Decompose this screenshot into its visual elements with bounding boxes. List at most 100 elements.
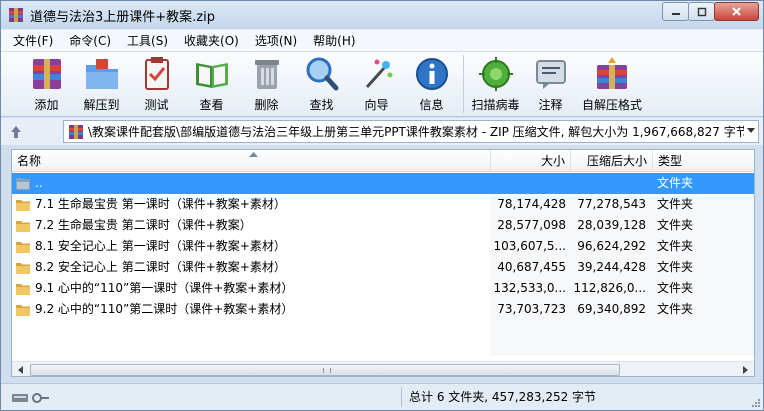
row-packed-size: 39,244,428 (577, 260, 646, 274)
table-row[interactable]: 8.2 安全记心上 第二课时（课件+教案+素材） 40,687,455 39,244… (12, 257, 754, 278)
address-bar: \教案课件配套版\部编版道德与法治三年级上册第三单元PPT课件教案素材 - ZI… (1, 118, 763, 145)
comment-button[interactable]: 注释 (523, 52, 578, 114)
table-row[interactable]: 7.1 生命最宝贵 第一课时（课件+教案+素材） 78,174,428 77,278… (12, 194, 754, 215)
comment-icon (535, 60, 566, 89)
find-button[interactable]: 查找 (294, 52, 349, 114)
close-button[interactable] (714, 2, 759, 21)
column-size-label: 大小 (540, 154, 565, 168)
sfx-button[interactable]: 自解压格式 (578, 52, 646, 114)
folder-icon (16, 262, 30, 274)
row-size (492, 173, 566, 194)
chevron-left-icon (18, 366, 23, 374)
wizard-label: 向导 (364, 98, 389, 112)
delete-icon (254, 60, 279, 89)
virus-scan-icon (478, 57, 513, 91)
test-button[interactable]: 测试 (129, 52, 184, 114)
folder-icon (16, 304, 30, 316)
row-name: 8.2 安全记心上 第二课时（课件+教案+素材） (16, 257, 486, 278)
menu-file[interactable]: 文件(F) (5, 31, 61, 51)
parent-folder-row[interactable]: .. 文件夹 (12, 173, 754, 194)
status-summary: 总计 6 文件夹, 457,283,252 字节 (409, 390, 597, 404)
row-packed-size: 96,624,292 (577, 239, 646, 253)
row-size: 132,533,0... (493, 281, 566, 295)
column-header-packed[interactable]: 压缩后大小 (571, 150, 653, 172)
row-name: 9.2 心中的“110”第二课时（课件+教案+素材） (16, 299, 486, 320)
sfx-icon (597, 57, 627, 89)
wizard-button[interactable]: 向导 (349, 52, 404, 114)
up-folder-icon (16, 177, 30, 190)
column-name-label: 名称 (17, 154, 42, 168)
add-archive-icon (32, 59, 61, 89)
view-button[interactable]: 查看 (184, 52, 239, 114)
virus-scan-button[interactable]: 扫描病毒 (468, 52, 523, 114)
sort-ascending-icon (249, 152, 258, 157)
minimize-button[interactable] (662, 2, 689, 21)
address-field[interactable]: \教案课件配套版\部编版道德与法治三年级上册第三单元PPT课件教案素材 - ZI… (63, 120, 759, 143)
table-row[interactable]: 9.2 心中的“110”第二课时（课件+教案+素材） 73,703,723 69,3… (12, 299, 754, 320)
add-button[interactable]: 添加 (19, 52, 74, 114)
minimize-icon (671, 12, 680, 15)
column-header-name[interactable]: 名称 (12, 150, 491, 172)
chevron-right-icon (743, 366, 748, 374)
row-name: .. (16, 173, 486, 194)
menu-bar: 文件(F) 命令(C) 工具(S) 收藏夹(O) 选项(N) 帮助(H) (1, 29, 763, 51)
table-row[interactable]: 7.2 生命最宝贵 第二课时（课件+教案） 28,577,098 28,039,12… (12, 215, 754, 236)
address-path: \教案课件配套版\部编版道德与法治三年级上册第三单元PPT课件教案素材 - ZI… (88, 125, 744, 139)
row-size: 73,703,723 (497, 302, 566, 316)
row-packed-size: 77,278,543 (577, 197, 646, 211)
scroll-left-button[interactable] (13, 363, 29, 376)
row-type: 文件夹 (657, 218, 694, 232)
row-size: 103,607,5... (493, 239, 566, 253)
table-row[interactable]: 8.1 安全记心上 第一课时（课件+教案+素材） 103,607,5... 96,6… (12, 236, 754, 257)
resize-grip-icon[interactable] (751, 398, 761, 408)
row-packed-size: 112,826,0... (573, 281, 646, 295)
row-name-text: 9.2 心中的“110”第二课时（课件+教案+素材） (35, 302, 294, 316)
column-type-label: 类型 (658, 154, 683, 168)
virus-scan-label: 扫描病毒 (471, 98, 520, 112)
menu-commands[interactable]: 命令(C) (61, 31, 119, 51)
drive-key-icon[interactable] (11, 391, 51, 405)
delete-button[interactable]: 删除 (239, 52, 294, 114)
status-bar: 总计 6 文件夹, 457,283,252 字节 (1, 383, 763, 410)
row-name: 9.1 心中的“110”第一课时（课件+教案+素材） (16, 278, 486, 299)
restore-icon (697, 7, 706, 16)
test-icon (144, 57, 169, 90)
row-name-text: 8.2 安全记心上 第二课时（课件+教案+素材） (35, 260, 286, 274)
maximize-button[interactable] (688, 2, 715, 21)
list-header: 名称 大小 压缩后大小 类型 (12, 150, 754, 172)
column-packed-label: 压缩后大小 (586, 154, 647, 168)
menu-favorites[interactable]: 收藏夹(O) (176, 31, 247, 51)
extract-to-button[interactable]: 解压到 (74, 52, 129, 114)
find-icon (306, 57, 338, 91)
row-name: 7.2 生命最宝贵 第二课时（课件+教案） (16, 215, 486, 236)
info-button[interactable]: 信息 (404, 52, 459, 114)
column-header-size[interactable]: 大小 (491, 150, 571, 172)
sfx-label: 自解压格式 (581, 98, 642, 112)
menu-options[interactable]: 选项(N) (247, 31, 305, 51)
scroll-thumb[interactable] (30, 364, 620, 376)
menu-tools[interactable]: 工具(S) (119, 31, 176, 51)
row-name-text: 7.1 生命最宝贵 第一课时（课件+教案+素材） (35, 197, 286, 211)
row-type: 文件夹 (657, 281, 694, 295)
info-label: 信息 (419, 98, 444, 112)
menu-help[interactable]: 帮助(H) (305, 31, 363, 51)
row-name-text: .. (35, 176, 43, 190)
close-icon (732, 7, 741, 16)
file-list[interactable]: 名称 大小 压缩后大小 类型 .. 文件夹 7.1 生命最宝贵 第一课时（课件+教案… (11, 149, 755, 377)
address-dropdown-button[interactable] (744, 127, 758, 137)
row-size: 28,577,098 (497, 218, 566, 232)
up-one-level-button[interactable] (1, 121, 31, 143)
scroll-right-button[interactable] (737, 363, 753, 376)
row-packed-size (572, 173, 646, 194)
view-icon (195, 63, 228, 88)
delete-label: 删除 (254, 98, 279, 112)
column-header-type[interactable]: 类型 (653, 150, 754, 172)
horizontal-scrollbar[interactable] (12, 361, 754, 376)
title-bar[interactable]: 道德与法治3上册课件+教案.zip (1, 1, 763, 29)
table-row[interactable]: 9.1 心中的“110”第一课时（课件+教案+素材） 132,533,0... 11… (12, 278, 754, 299)
info-icon (415, 58, 448, 90)
view-label: 查看 (199, 98, 224, 112)
extract-to-icon (85, 59, 118, 89)
status-divider (401, 387, 402, 407)
row-type: 文件夹 (657, 260, 694, 274)
